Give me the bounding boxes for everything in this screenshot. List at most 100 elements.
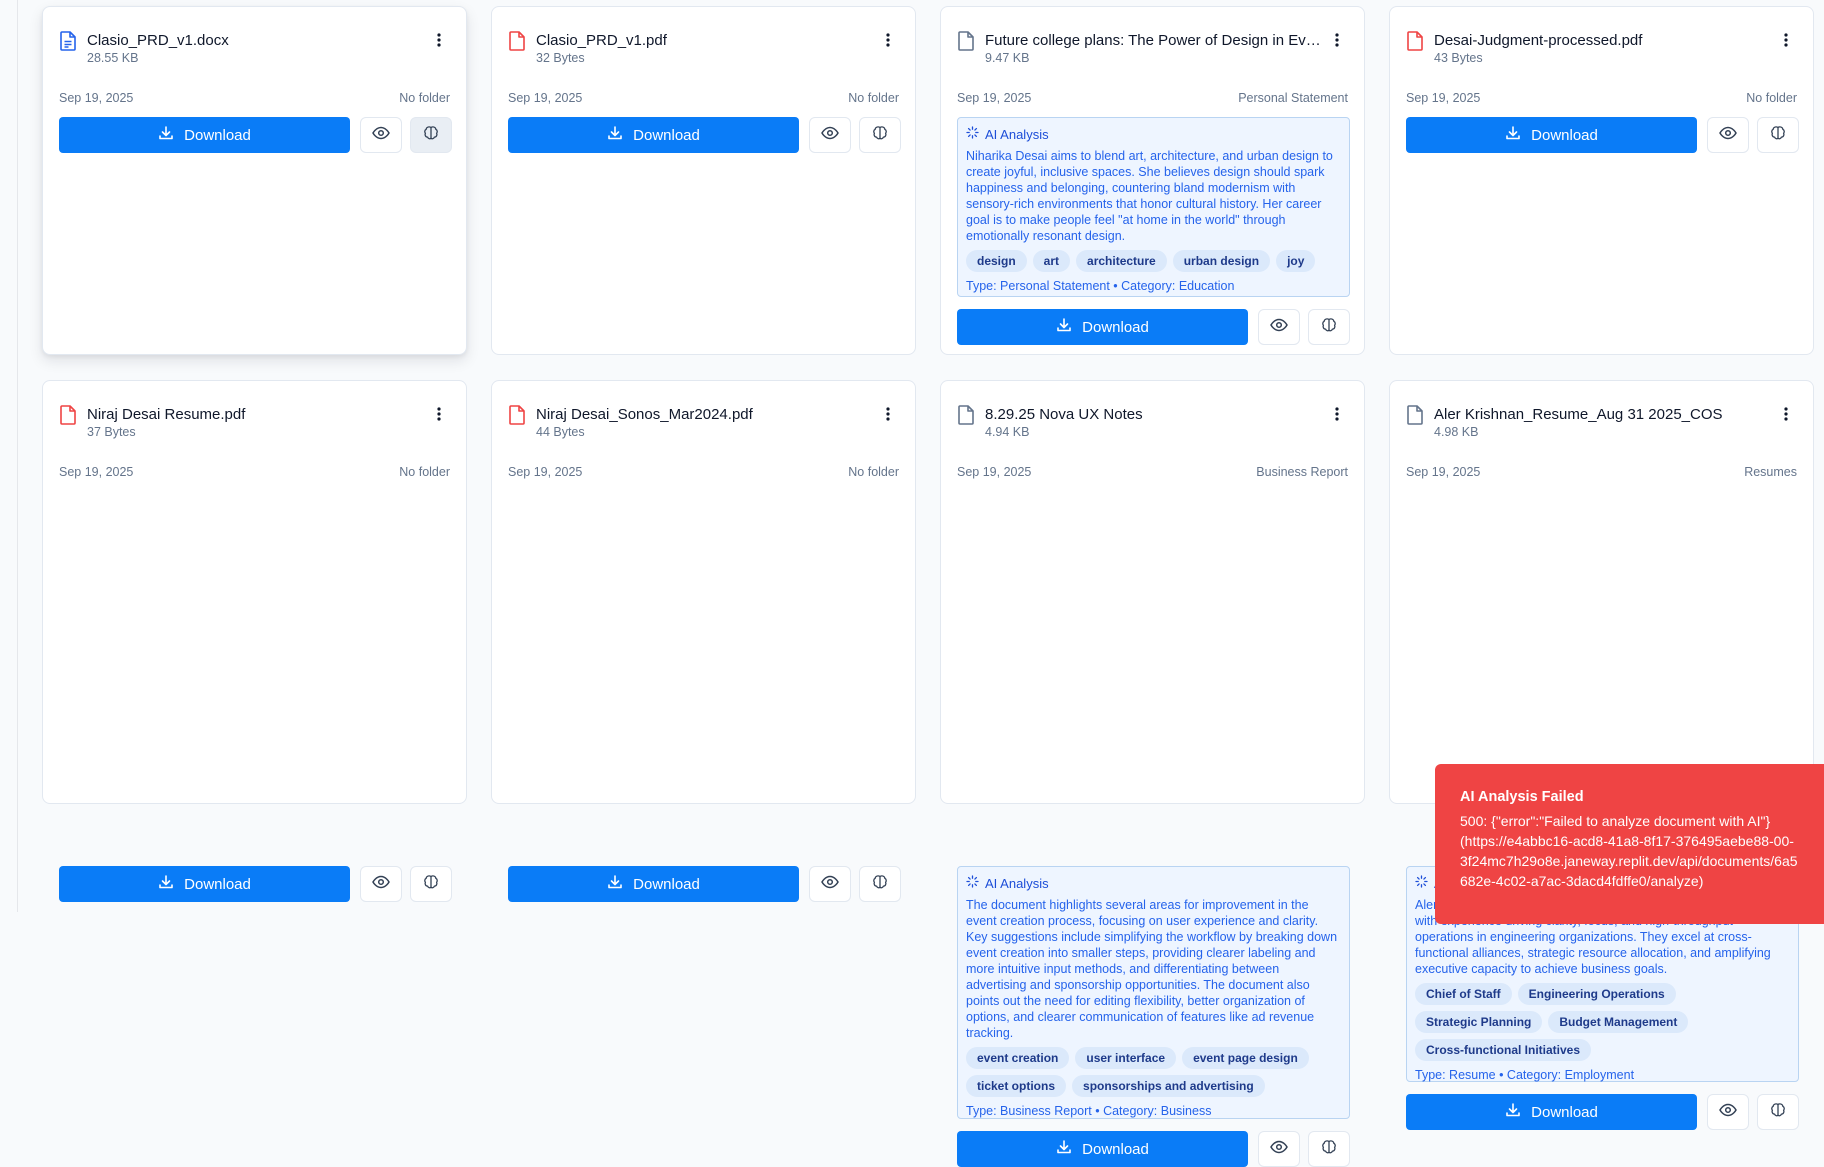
analyze-button[interactable] (410, 117, 452, 153)
tag-chip: sponsorships and advertising (1072, 1075, 1265, 1097)
download-button[interactable]: Download (957, 309, 1248, 345)
preview-button[interactable] (809, 866, 851, 902)
more-options-button[interactable] (1324, 29, 1350, 55)
folder-label: Resumes (1744, 465, 1797, 479)
more-options-button[interactable] (1773, 403, 1799, 429)
file-name: Clasio_PRD_v1.docx (87, 32, 229, 49)
sparkles-icon (966, 875, 979, 891)
ai-summary: The document highlights several areas fo… (966, 898, 1338, 1040)
folder-label: No folder (848, 91, 899, 105)
document-card[interactable]: Aler Krishnan_Resume_Aug 31 2025_COS 4.98… (1389, 380, 1814, 1130)
ai-type-category: Type: Personal Statement • Category: Edu… (966, 279, 1235, 293)
more-options-button[interactable] (875, 29, 901, 55)
eye-icon (1270, 1140, 1288, 1159)
download-button[interactable]: Download (59, 866, 350, 902)
download-button[interactable]: Download (957, 1131, 1248, 1167)
folder-label: No folder (399, 91, 450, 105)
eye-icon (372, 875, 390, 894)
download-icon (607, 125, 623, 145)
brain-icon (1770, 125, 1786, 146)
download-button[interactable]: Download (1406, 117, 1697, 153)
preview-button[interactable] (360, 117, 402, 153)
more-options-button[interactable] (426, 403, 452, 429)
download-icon (1056, 1139, 1072, 1159)
document-card[interactable]: 8.29.25 Nova UX Notes 4.94 KB Sep 19, 2025… (940, 380, 1365, 1167)
download-button[interactable]: Download (508, 117, 799, 153)
sparkles-icon (1415, 875, 1428, 891)
tag-list: design art architecture urban design joy (966, 250, 1341, 272)
file-name: Niraj Desai_Sonos_Mar2024.pdf (536, 406, 753, 423)
brain-icon (1321, 317, 1337, 338)
download-button[interactable]: Download (508, 866, 799, 902)
ai-type-category: Type: Business Report • Category: Busine… (966, 1104, 1212, 1118)
more-options-button[interactable] (426, 29, 452, 55)
preview-button[interactable] (360, 866, 402, 902)
download-button[interactable]: Download (1406, 1094, 1697, 1130)
ai-analysis-panel: AI Analysis The document highlights sever… (957, 866, 1350, 1119)
file-size: 4.98 KB (1434, 425, 1479, 439)
document-card[interactable]: Desai-Judgment-processed.pdf 43 Bytes Sep … (1389, 6, 1814, 355)
preview-button[interactable] (1258, 1131, 1300, 1167)
analyze-button[interactable] (1757, 117, 1799, 153)
download-label: Download (1082, 318, 1149, 336)
pdf-file-icon (508, 405, 526, 425)
ai-type-category: Type: Resume • Category: Employment (1415, 1068, 1635, 1082)
document-card[interactable]: Future college plans: The Power of Desig… (940, 6, 1365, 355)
analyze-button[interactable] (859, 117, 901, 153)
preview-button[interactable] (1707, 117, 1749, 153)
document-card[interactable]: Niraj Desai_Sonos_Mar2024.pdf 44 Bytes Sep… (491, 380, 916, 902)
generic-file-icon (1406, 405, 1424, 425)
upload-date: Sep 19, 2025 (59, 91, 134, 105)
more-options-button[interactable] (875, 403, 901, 429)
more-vertical-icon (437, 406, 441, 426)
tag-chip: ticket options (966, 1075, 1067, 1097)
preview-button[interactable] (1707, 1094, 1749, 1130)
download-label: Download (633, 126, 700, 144)
error-toast[interactable]: AI Analysis Failed 500: {"error":"Failed… (1435, 764, 1824, 924)
document-card[interactable]: Clasio_PRD_v1.docx 28.55 KB Sep 19, 2025 No… (42, 6, 467, 355)
more-vertical-icon (437, 32, 441, 52)
brain-icon (1321, 1139, 1337, 1160)
file-size: 28.55 KB (87, 51, 139, 65)
document-card[interactable]: Clasio_PRD_v1.pdf 32 Bytes Sep 19, 2025 No … (491, 6, 916, 355)
eye-icon (1719, 126, 1737, 145)
toast-title: AI Analysis Failed (1460, 789, 1584, 805)
brain-icon (872, 874, 888, 895)
document-card[interactable]: Niraj Desai Resume.pdf 37 Bytes Sep 19, 20… (42, 380, 467, 902)
more-vertical-icon (1335, 406, 1339, 426)
brain-icon (423, 125, 439, 146)
sparkles-icon (966, 126, 979, 142)
more-vertical-icon (1784, 406, 1788, 426)
more-vertical-icon (1784, 32, 1788, 52)
analyze-button[interactable] (859, 866, 901, 902)
preview-button[interactable] (809, 117, 851, 153)
tag-chip: event page design (1182, 1047, 1309, 1069)
more-options-button[interactable] (1773, 29, 1799, 55)
download-label: Download (633, 875, 700, 893)
brain-icon (423, 874, 439, 895)
download-icon (158, 125, 174, 145)
eye-icon (821, 126, 839, 145)
tag-chip: event creation (966, 1047, 1070, 1069)
tag-chip: Strategic Planning (1415, 1011, 1543, 1033)
folder-label: No folder (848, 465, 899, 479)
file-size: 43 Bytes (1434, 51, 1483, 65)
tag-list: Chief of Staff Engineering Operations Stra… (1415, 983, 1790, 1061)
analyze-button[interactable] (1757, 1094, 1799, 1130)
analyze-button[interactable] (410, 866, 452, 902)
file-size: 37 Bytes (87, 425, 136, 439)
tag-chip: joy (1276, 250, 1316, 272)
download-button[interactable]: Download (59, 117, 350, 153)
analyze-button[interactable] (1308, 309, 1350, 345)
sidebar-divider (17, 0, 18, 912)
preview-button[interactable] (1258, 309, 1300, 345)
file-name: Niraj Desai Resume.pdf (87, 406, 246, 423)
more-options-button[interactable] (1324, 403, 1350, 429)
tag-chip: urban design (1172, 250, 1271, 272)
brain-icon (1770, 1102, 1786, 1123)
eye-icon (372, 126, 390, 145)
tag-chip: architecture (1076, 250, 1167, 272)
download-label: Download (1531, 1103, 1598, 1121)
download-label: Download (184, 126, 251, 144)
analyze-button[interactable] (1308, 1131, 1350, 1167)
